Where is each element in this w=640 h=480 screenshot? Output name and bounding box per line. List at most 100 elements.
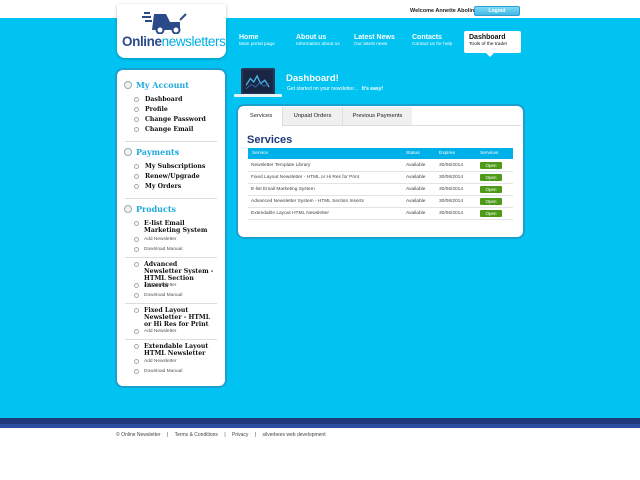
monitor-chart-icon	[241, 68, 275, 95]
bullet-icon	[134, 359, 139, 364]
row-divider	[248, 171, 513, 172]
sidebar-link-my-subscriptions[interactable]: My Subscriptions	[145, 163, 205, 170]
page-title: Dashboard!	[286, 73, 339, 84]
table-cell-status: Available	[406, 175, 426, 180]
sidebar-link-renew-upgrade[interactable]: Renew/Upgrade	[145, 173, 200, 180]
sidebar-divider	[125, 339, 217, 340]
sidebar-link-change-email[interactable]: Change Email	[145, 126, 193, 133]
footer-band-highlight	[0, 424, 640, 428]
sidebar-heading-payments[interactable]: Payments	[136, 147, 179, 157]
table-cell-expires: 30/06/2014	[439, 175, 464, 180]
open-button[interactable]: Open	[480, 174, 502, 181]
product-elist[interactable]: E-list Email Marketing System	[144, 220, 216, 234]
sidebar-divider	[125, 303, 217, 304]
footer-link-terms[interactable]: Terms & Conditions	[175, 432, 218, 438]
product-download-manual[interactable]: Download Manual	[144, 293, 182, 298]
nav-home[interactable]: Home Main portal page	[239, 34, 275, 47]
table-cell-status: Available	[406, 211, 426, 216]
products-section-icon	[124, 205, 132, 213]
bullet-icon	[134, 344, 139, 349]
tab-unpaid-orders[interactable]: Unpaid Orders	[282, 107, 342, 125]
column-header-service[interactable]: Service	[252, 148, 268, 159]
table-cell-expires: 30/06/2014	[439, 163, 464, 168]
bullet-icon	[134, 221, 139, 226]
open-button[interactable]: Open	[480, 162, 502, 169]
sidebar-link-dashboard[interactable]: Dashboard	[145, 96, 182, 103]
footer-separator: |	[166, 432, 169, 438]
monitor-stand	[234, 94, 282, 97]
row-divider	[248, 183, 513, 184]
product-download-manual[interactable]: Download Manual	[144, 369, 182, 374]
row-divider	[248, 195, 513, 196]
product-add-newsletter[interactable]: Add Newsletter	[144, 329, 177, 334]
sidebar-link-profile[interactable]: Profile	[145, 106, 168, 113]
bullet-icon	[134, 174, 139, 179]
bullet-icon	[134, 107, 139, 112]
column-header-expires[interactable]: Expires	[439, 148, 455, 159]
footer-separator: |	[254, 432, 257, 438]
table-cell-service: E-list Email Marketing System	[251, 187, 315, 192]
sidebar-link-my-orders[interactable]: My Orders	[145, 183, 181, 190]
logo-text-part1: Online	[122, 34, 162, 49]
nav-contacts[interactable]: Contacts Contact us for help	[412, 34, 452, 47]
chevron-down-icon[interactable]: ⌄	[174, 146, 180, 154]
nav-about-subtitle: Information about us	[296, 42, 340, 47]
open-button[interactable]: Open	[480, 198, 502, 205]
table-cell-service: Fixed Layout Newsletter - HTML or Hi Res…	[251, 175, 360, 180]
nav-contacts-title: Contacts	[412, 34, 442, 41]
services-heading: Services	[247, 134, 293, 146]
bullet-icon	[134, 262, 139, 267]
nav-dashboard[interactable]: Dashboard Tools of the trade!	[469, 34, 507, 47]
payments-section-icon	[124, 148, 132, 156]
product-download-manual[interactable]: Download Manual	[144, 247, 182, 252]
sidebar-link-change-password[interactable]: Change Password	[145, 116, 206, 123]
footer-links: © Online Newsletter | Terms & Conditions…	[116, 432, 331, 438]
table-cell-expires: 30/06/2014	[439, 199, 464, 204]
bullet-icon	[134, 283, 139, 288]
nav-latest-news[interactable]: Latest News Our latest news	[354, 34, 395, 47]
nav-contacts-subtitle: Contact us for help	[412, 42, 453, 47]
chevron-down-icon[interactable]: ⌄	[170, 203, 176, 211]
bullet-icon	[134, 369, 139, 374]
open-button[interactable]: Open	[480, 210, 502, 217]
product-add-newsletter[interactable]: Add Newsletter	[144, 359, 177, 364]
bullet-icon	[134, 117, 139, 122]
nav-active-pointer	[486, 53, 494, 57]
footer-link-privacy[interactable]: Privacy	[232, 432, 248, 438]
nav-about[interactable]: About us Information about us	[296, 34, 340, 47]
chevron-down-icon[interactable]: ⌄	[181, 79, 187, 87]
open-button[interactable]: Open	[480, 186, 502, 193]
tab-previous-payments[interactable]: Previous Payments	[342, 107, 412, 125]
bullet-icon	[134, 308, 139, 313]
tabs-underline	[240, 125, 521, 126]
product-extendable[interactable]: Extendable Layout HTML Newsletter	[144, 343, 216, 357]
column-header-status[interactable]: Status	[406, 148, 420, 159]
column-header-services[interactable]: Services	[480, 148, 498, 159]
product-fixed-layout[interactable]: Fixed Layout Newsletter - HTML or Hi Res…	[144, 307, 216, 328]
nav-latest-news-title: Latest News	[354, 34, 395, 41]
table-header	[248, 148, 513, 159]
sidebar-divider	[125, 257, 217, 258]
page-subtitle-text: Get started on your newsletter...	[287, 86, 358, 92]
logo-text: Onlinenewsletters	[122, 34, 226, 49]
nav-dashboard-subtitle: Tools of the trade!	[469, 42, 508, 47]
nav-about-title: About us	[296, 34, 327, 41]
logout-button[interactable]: Logout	[474, 6, 520, 16]
row-divider	[248, 219, 513, 220]
nav-home-title: Home	[239, 34, 259, 41]
product-add-newsletter[interactable]: Add Newsletter	[144, 283, 177, 288]
account-section-icon	[124, 81, 132, 89]
page-subtitle-emphasis: It's easy!	[361, 86, 384, 92]
bullet-icon	[134, 97, 139, 102]
table-cell-status: Available	[406, 163, 426, 168]
nav-home-subtitle: Main portal page	[239, 42, 275, 47]
tab-services[interactable]: Services	[240, 107, 282, 126]
product-add-newsletter[interactable]: Add Newsletter	[144, 237, 177, 242]
bullet-icon	[134, 184, 139, 189]
footer-link-credit[interactable]: silverbees web development	[263, 432, 326, 438]
sidebar-divider	[125, 198, 217, 199]
table-cell-service: Newsletter Template Library	[251, 163, 311, 168]
bullet-icon	[134, 237, 139, 242]
bullet-icon	[134, 127, 139, 132]
row-divider	[248, 207, 513, 208]
